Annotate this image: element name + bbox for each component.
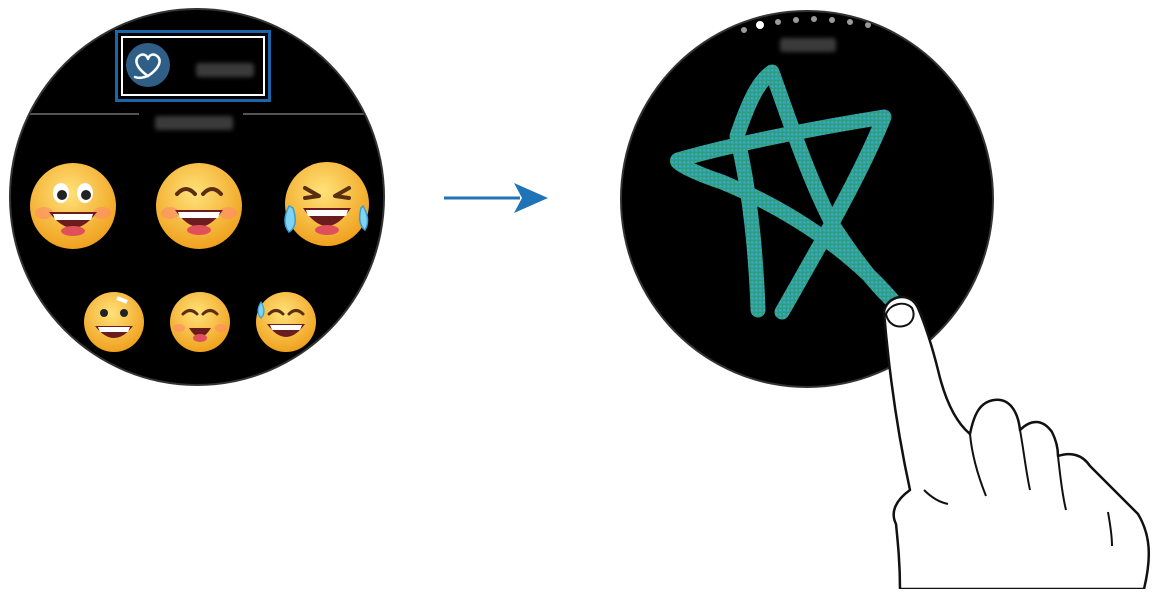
grinning-wide-eyes-emoji[interactable] <box>27 160 119 252</box>
sticker-tab-highlight[interactable] <box>115 30 271 102</box>
hand-pointer-icon <box>860 284 1152 591</box>
section-label <box>155 116 233 130</box>
grinning-squinting-emoji[interactable] <box>153 160 245 252</box>
winking-laughing-emoji[interactable] <box>167 288 233 354</box>
heart-outline-icon[interactable] <box>126 43 170 87</box>
grinning-sweat-emoji[interactable] <box>253 288 319 354</box>
divider-left <box>11 113 139 115</box>
arrow-right-icon <box>444 180 550 216</box>
sticker-tab-label <box>196 63 254 77</box>
laughing-tears-emoji[interactable] <box>277 158 373 254</box>
star-stroke <box>670 64 902 320</box>
divider-right <box>243 113 383 115</box>
grinning-bandaged-emoji[interactable] <box>81 288 147 354</box>
watch-screen-sticker-picker <box>9 8 385 386</box>
